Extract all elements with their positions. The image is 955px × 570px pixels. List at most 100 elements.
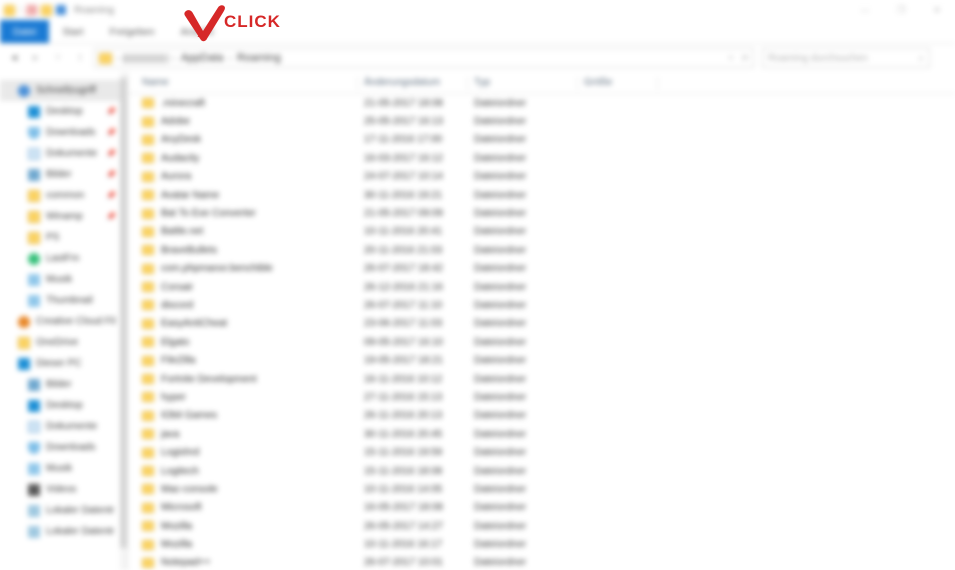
cell-name[interactable]: Notepad++: [128, 554, 358, 570]
sidebar-item-musik[interactable]: Musik: [0, 269, 128, 290]
cell-name[interactable]: Avatar Name: [128, 186, 358, 204]
pin-icon[interactable]: 📌: [106, 191, 116, 200]
table-row[interactable]: java 30-11-2016 20:45 Dateiordner: [128, 425, 955, 443]
table-row[interactable]: Fortnite Development 16-11-2016 10:12 Date…: [128, 370, 955, 388]
table-row[interactable]: Audacity 16-03-2017 16:12 Dateiordner: [128, 149, 955, 167]
cell-name[interactable]: Elgato: [128, 333, 358, 351]
cell-name[interactable]: BraveBullets: [128, 241, 358, 259]
table-row[interactable]: discord 26-07-2017 11:10 Dateiordner: [128, 296, 955, 314]
sidebar-item-onedrive[interactable]: OneDrive: [0, 332, 128, 353]
table-row[interactable]: Bat To Exe Converter 21-05-2017 09:09 Date…: [128, 204, 955, 222]
file-list-pane[interactable]: Name Änderungsdatum Typ Größe .minecraft…: [128, 72, 955, 570]
sidebar-item-videos[interactable]: Videos: [0, 479, 128, 500]
sidebar-item-ps[interactable]: PS: [0, 227, 128, 248]
tab-datei[interactable]: Datei: [0, 20, 50, 44]
navigation-buttons[interactable]: ◄ ► ˅ ↑: [0, 48, 90, 68]
cell-name[interactable]: Fortnite Development: [128, 370, 358, 388]
cell-name[interactable]: EasyAntiCheat: [128, 315, 358, 333]
table-row[interactable]: AnyDesk 17-11-2016 17:00 Dateiordner: [128, 131, 955, 149]
sidebar-item-musik[interactable]: Musik: [0, 458, 128, 479]
cell-name[interactable]: discord: [128, 296, 358, 314]
explorer-icon[interactable]: [4, 4, 15, 16]
cell-name[interactable]: Mac-console: [128, 480, 358, 498]
table-row[interactable]: FileZilla 19-05-2017 18:21 Dateiordner: [128, 351, 955, 369]
new-folder-icon[interactable]: [41, 4, 52, 16]
table-row[interactable]: com.phpmanor.benchible 26-07-2017 18:42 Da…: [128, 260, 955, 278]
sidebar-item-dieser-pc[interactable]: Dieser PC: [0, 353, 128, 374]
cell-name[interactable]: .minecraft: [128, 94, 358, 112]
recent-locations-button[interactable]: ˅: [48, 48, 68, 68]
breadcrumb-user-segment[interactable]: [124, 53, 169, 63]
pin-icon[interactable]: 📌: [106, 212, 116, 221]
forward-button[interactable]: ►: [26, 48, 46, 68]
sidebar-scrollbar[interactable]: [120, 72, 127, 570]
sidebar-item-common[interactable]: common 📌: [0, 185, 128, 206]
minimize-button[interactable]: —: [847, 5, 883, 15]
sidebar-item-creative-cloud-fil[interactable]: Creative Cloud Fil: [0, 311, 128, 332]
address-bar-actions[interactable]: ˅ ⟳: [728, 53, 749, 64]
cell-name[interactable]: Aurora: [128, 168, 358, 186]
table-row[interactable]: .minecraft 21-05-2017 18:08 Dateiordner: [128, 94, 955, 112]
close-button[interactable]: ✕: [919, 5, 955, 16]
navigation-pane[interactable]: Schnellzugriff Desktop 📌 Downloads 📌 Dokument…: [0, 72, 128, 570]
table-row[interactable]: EasyAntiCheat 23-06-2017 11:03 Dateiordner: [128, 315, 955, 333]
table-row[interactable]: Adobe 25-05-2017 16:13 Dateiordner: [128, 112, 955, 130]
up-button[interactable]: ↑: [70, 48, 90, 68]
sidebar-item-dokumente[interactable]: Dokumente: [0, 416, 128, 437]
cell-name[interactable]: Logitech: [128, 462, 358, 480]
table-row[interactable]: Notepad++ 26-07-2017 10:01 Dateiordner: [128, 554, 955, 570]
sidebar-item-bilder[interactable]: Bilder 📌: [0, 164, 128, 185]
sidebar-item-lokaler-datentr[interactable]: Lokaler Datentr: [0, 521, 128, 542]
breadcrumb-appdata[interactable]: AppData: [177, 52, 228, 64]
quick-access-toolbar[interactable]: [0, 4, 66, 16]
search-icon[interactable]: ⌕: [918, 53, 924, 64]
breadcrumb-roaming[interactable]: Roaming: [233, 52, 285, 64]
customize-qat-icon[interactable]: [56, 5, 66, 15]
table-row[interactable]: Mac-console 10-11-2016 14:05 Dateiordner: [128, 480, 955, 498]
tab-freigeben[interactable]: Freigeben: [96, 20, 167, 44]
pin-icon[interactable]: 📌: [106, 149, 116, 158]
cell-name[interactable]: Battle.net: [128, 223, 358, 241]
cell-name[interactable]: Mozilla: [128, 517, 358, 535]
column-headers[interactable]: Name Änderungsdatum Typ Größe: [128, 72, 955, 94]
pin-icon[interactable]: 📌: [106, 107, 116, 116]
sidebar-item-schnellzugriff[interactable]: Schnellzugriff: [0, 80, 128, 101]
sidebar-item-downloads[interactable]: Downloads 📌: [0, 122, 128, 143]
sidebar-item-downloads[interactable]: Downloads: [0, 437, 128, 458]
sidebar-item-desktop[interactable]: Desktop: [0, 395, 128, 416]
table-row[interactable]: Corsair 26-12-2016 21:16 Dateiordner: [128, 278, 955, 296]
tab-ansicht[interactable]: Ansicht: [168, 20, 227, 44]
table-row[interactable]: Aurora 24-07-2017 10:14 Dateiordner: [128, 168, 955, 186]
cell-name[interactable]: hyper: [128, 388, 358, 406]
back-button[interactable]: ◄: [4, 48, 24, 68]
table-row[interactable]: Logishrd 15-11-2016 19:59 Dateiordner: [128, 443, 955, 461]
sidebar-item-desktop[interactable]: Desktop 📌: [0, 101, 128, 122]
table-row[interactable]: Mozilla 26-05-2017 14:27 Dateiordner: [128, 517, 955, 535]
maximize-button[interactable]: ❐: [883, 5, 919, 16]
pin-icon[interactable]: 📌: [106, 170, 116, 179]
sidebar-item-bilder[interactable]: Bilder: [0, 374, 128, 395]
cell-name[interactable]: com.phpmanor.benchible: [128, 260, 358, 278]
table-row[interactable]: Avatar Name 30-11-2016 19:21 Dateiordner: [128, 186, 955, 204]
pin-icon[interactable]: 📌: [106, 128, 116, 137]
window-controls[interactable]: — ❐ ✕: [847, 0, 955, 20]
search-input[interactable]: Roaming durchsuchen: [768, 53, 868, 64]
table-row[interactable]: Battle.net 10-11-2016 20:41 Dateiordner: [128, 223, 955, 241]
cell-name[interactable]: Adobe: [128, 112, 358, 130]
column-header-date[interactable]: Änderungsdatum: [358, 72, 468, 94]
table-row[interactable]: BraveBullets 20-11-2016 21:03 Dateiordner: [128, 241, 955, 259]
column-header-size[interactable]: Größe: [578, 72, 658, 94]
table-row[interactable]: Microsoft 16-05-2017 18:08 Dateiordner: [128, 499, 955, 517]
cell-name[interactable]: Audacity: [128, 149, 358, 167]
table-row[interactable]: IObit Games 26-11-2016 20:13 Dateiordner: [128, 407, 955, 425]
sidebar-item-winamp[interactable]: Winamp 📌: [0, 206, 128, 227]
address-bar[interactable]: › › AppData › Roaming ˅ ⟳: [94, 48, 754, 68]
cell-name[interactable]: java: [128, 425, 358, 443]
sidebar-item-lastfm[interactable]: LastFm: [0, 248, 128, 269]
cell-name[interactable]: FileZilla: [128, 351, 358, 369]
cell-name[interactable]: Mozilla: [128, 535, 358, 553]
table-row[interactable]: Elgato 09-05-2017 16:10 Dateiordner: [128, 333, 955, 351]
cell-name[interactable]: Microsoft: [128, 499, 358, 517]
table-row[interactable]: Mozilla 10-11-2016 16:17 Dateiordner: [128, 535, 955, 553]
table-row[interactable]: hyper 27-11-2016 15:13 Dateiordner: [128, 388, 955, 406]
